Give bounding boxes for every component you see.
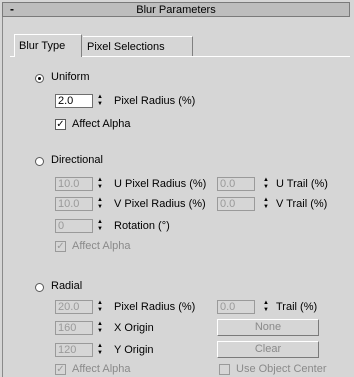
radial-trail-label: Trail (%) (276, 301, 318, 313)
radial-trail-spinner[interactable]: ▲ ▼ (262, 300, 270, 314)
radial-x-origin-field[interactable]: 160 (55, 321, 93, 335)
directional-u-trail-spinner[interactable]: ▲ ▼ (262, 177, 270, 191)
directional-v-radius-field[interactable]: 10.0 (55, 197, 93, 211)
spinner-down-icon[interactable]: ▼ (262, 184, 270, 191)
spinner-down-icon[interactable]: ▼ (96, 350, 104, 357)
directional-affect-alpha-checkbox[interactable]: ✓ (55, 241, 66, 252)
directional-u-radius-spinner[interactable]: ▲ ▼ (96, 177, 104, 191)
uniform-affect-alpha-label: Affect Alpha (72, 118, 131, 130)
uniform-pixel-radius-spinner[interactable]: ▲ ▼ (96, 94, 104, 108)
uniform-pixel-radius-field[interactable]: 2.0 (55, 94, 93, 108)
radial-affect-alpha-label: Affect Alpha (72, 363, 131, 375)
radial-pixel-radius-label: Pixel Radius (%) (114, 301, 196, 313)
uniform-pixel-radius-label: Pixel Radius (%) (114, 95, 196, 107)
tab-pixel-selections[interactable]: Pixel Selections (83, 36, 193, 56)
spinner-up-icon[interactable]: ▲ (262, 197, 270, 204)
radial-affect-alpha-checkbox[interactable]: ✓ (55, 364, 66, 375)
directional-u-trail-field[interactable]: 0.0 (217, 177, 255, 191)
spinner-up-icon[interactable]: ▲ (96, 219, 104, 226)
directional-v-trail-label: V Trail (%) (276, 198, 328, 210)
spinner-down-icon[interactable]: ▼ (262, 204, 270, 211)
radial-radio[interactable] (35, 283, 44, 292)
spinner-up-icon[interactable]: ▲ (96, 94, 104, 101)
spinner-up-icon[interactable]: ▲ (262, 177, 270, 184)
rollout-title: Blur Parameters (136, 4, 216, 16)
directional-label: Directional (51, 154, 103, 166)
spinner-up-icon[interactable]: ▲ (262, 300, 270, 307)
spinner-up-icon[interactable]: ▲ (96, 300, 104, 307)
radial-y-origin-label: Y Origin (114, 344, 154, 356)
directional-radio[interactable] (35, 157, 44, 166)
spinner-down-icon[interactable]: ▼ (96, 226, 104, 233)
directional-rotation-label: Rotation (°) (114, 220, 170, 232)
directional-v-radius-spinner[interactable]: ▲ ▼ (96, 197, 104, 211)
radial-label: Radial (51, 280, 83, 292)
radial-y-origin-field[interactable]: 120 (55, 343, 93, 357)
uniform-affect-alpha-checkbox[interactable]: ✓ (55, 119, 66, 130)
directional-rotation-field[interactable]: 0 (55, 219, 93, 233)
spinner-up-icon[interactable]: ▲ (96, 321, 104, 328)
directional-affect-alpha-label: Affect Alpha (72, 240, 131, 252)
directional-v-trail-spinner[interactable]: ▲ ▼ (262, 197, 270, 211)
spinner-down-icon[interactable]: ▼ (96, 101, 104, 108)
radial-x-origin-spinner[interactable]: ▲ ▼ (96, 321, 104, 335)
directional-u-radius-field[interactable]: 10.0 (55, 177, 93, 191)
spinner-down-icon[interactable]: ▼ (96, 204, 104, 211)
directional-u-radius-label: U Pixel Radius (%) (114, 178, 207, 190)
tab-blur-type[interactable]: Blur Type (14, 34, 82, 57)
use-object-center-label: Use Object Center (236, 363, 327, 375)
clear-button[interactable]: Clear (217, 341, 319, 358)
rollout-header[interactable]: - Blur Parameters (2, 2, 350, 17)
use-object-center-checkbox[interactable] (219, 364, 230, 375)
uniform-radio[interactable] (35, 74, 44, 83)
directional-rotation-spinner[interactable]: ▲ ▼ (96, 219, 104, 233)
spinner-down-icon[interactable]: ▼ (96, 307, 104, 314)
directional-u-trail-label: U Trail (%) (276, 178, 328, 190)
spinner-down-icon[interactable]: ▼ (262, 307, 270, 314)
directional-v-trail-field[interactable]: 0.0 (217, 197, 255, 211)
radial-x-origin-label: X Origin (114, 322, 154, 334)
radial-pixel-radius-field[interactable]: 20.0 (55, 300, 93, 314)
spinner-down-icon[interactable]: ▼ (96, 328, 104, 335)
uniform-label: Uniform (51, 71, 90, 83)
none-button[interactable]: None (217, 319, 319, 336)
spinner-up-icon[interactable]: ▲ (96, 177, 104, 184)
spinner-up-icon[interactable]: ▲ (96, 197, 104, 204)
spinner-down-icon[interactable]: ▼ (96, 184, 104, 191)
radial-trail-field[interactable]: 0.0 (217, 300, 255, 314)
spinner-up-icon[interactable]: ▲ (96, 343, 104, 350)
radial-pixel-radius-spinner[interactable]: ▲ ▼ (96, 300, 104, 314)
directional-v-radius-label: V Pixel Radius (%) (114, 198, 206, 210)
radial-y-origin-spinner[interactable]: ▲ ▼ (96, 343, 104, 357)
